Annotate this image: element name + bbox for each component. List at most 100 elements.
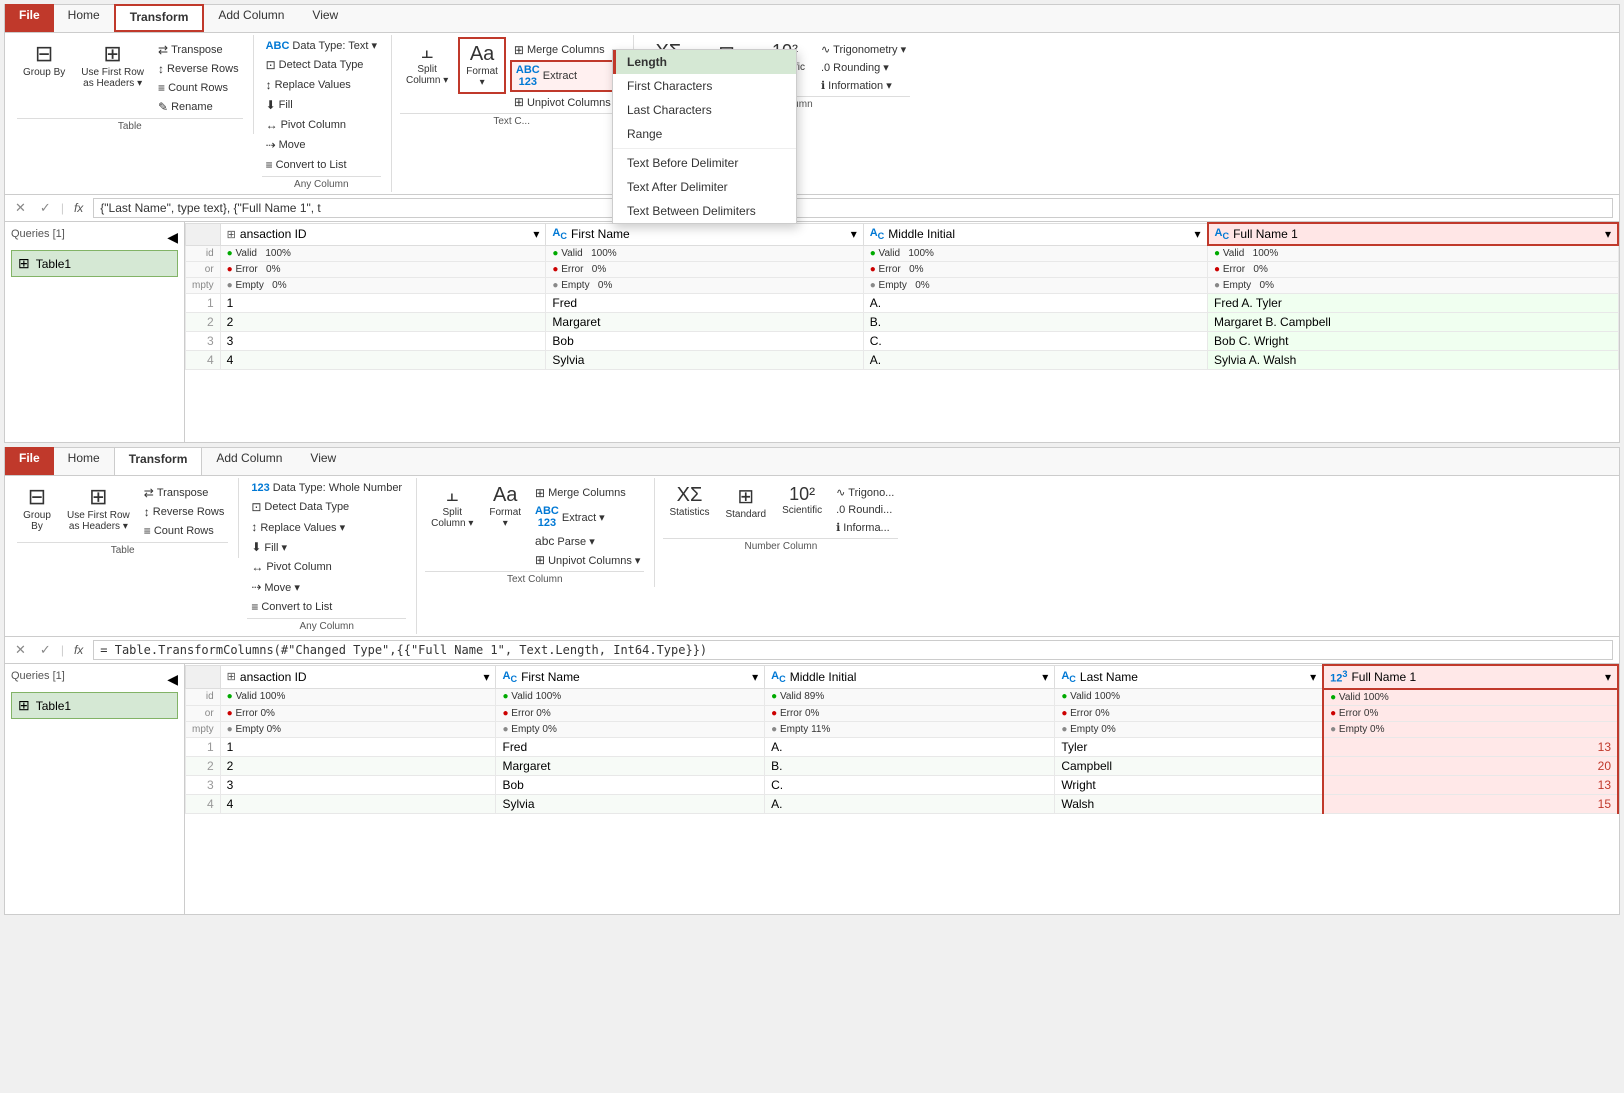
tab-home-bottom[interactable]: Home: [54, 447, 114, 475]
dropdown-item-before-delim[interactable]: Text Before Delimiter: [613, 151, 796, 175]
rounding-button[interactable]: .0 Rounding ▾: [817, 59, 910, 76]
tab-addcol-top[interactable]: Add Column: [204, 4, 298, 32]
tab-view-bottom[interactable]: View: [296, 447, 350, 475]
tab-file-bottom[interactable]: File: [5, 447, 54, 475]
table-row: 1 1 Fred A. Fred A. Tyler: [186, 294, 1619, 313]
col-header-txnid[interactable]: ⊞ ansaction ID ▾: [220, 223, 546, 245]
collapse-sidebar-top[interactable]: ◀: [167, 229, 178, 246]
txnid-type-icon: ⊞: [227, 228, 236, 241]
ribbon-group-table: ⊟ Group By ⊞ Use First Rowas Headers ▾ ⇄: [9, 35, 254, 134]
scientific-button-bottom[interactable]: 10² Scientific: [776, 480, 828, 520]
format-label-bottom: Format▾: [489, 507, 521, 529]
dropdown-item-between-delim[interactable]: Text Between Delimiters: [613, 199, 796, 223]
txnid-filter-bottom[interactable]: ▾: [483, 670, 489, 684]
detect-dt-button-bottom[interactable]: ⊡ Detect Data Type: [247, 498, 353, 516]
col-header-fullname[interactable]: AC Full Name 1 ▾: [1208, 223, 1618, 245]
formula-confirm-button[interactable]: ✓: [36, 198, 55, 218]
col-header-txnid-bottom[interactable]: ⊞ ansaction ID ▾: [220, 665, 496, 689]
trigonometry-button[interactable]: ∿ Trigonometry ▾: [817, 41, 910, 58]
merge-columns-button[interactable]: ⊞ Merge Columns: [510, 41, 623, 59]
group-by-button[interactable]: ⊟ Group By: [17, 37, 71, 82]
dropdown-item-after-delim[interactable]: Text After Delimiter: [613, 175, 796, 199]
tab-file-top[interactable]: File: [5, 4, 54, 32]
replace-values-bottom[interactable]: ↕ Replace Values ▾: [247, 518, 349, 536]
r1-mid: A.: [863, 294, 1207, 313]
split-column-button[interactable]: ⫠ SplitColumn ▾: [400, 37, 454, 90]
unpivot-columns-button[interactable]: ⊞ Unpivot Columns ▾: [510, 93, 623, 111]
ln-filter-bottom[interactable]: ▾: [1310, 670, 1316, 684]
reverse-label-bottom: Reverse Rows: [153, 506, 225, 518]
dropdown-item-length[interactable]: Length: [613, 50, 796, 74]
col-header-lastname-bottom[interactable]: AC Last Name ▾: [1055, 665, 1323, 689]
formula-bar-bottom: ✕ ✓ | fx: [5, 637, 1619, 664]
unpivot-button-bottom[interactable]: ⊞ Unpivot Columns ▾: [531, 551, 644, 569]
data-type-button[interactable]: ABC Data Type: Text ▾: [262, 37, 381, 54]
fullname-filter-icon[interactable]: ▾: [1605, 227, 1611, 241]
move-button-bottom[interactable]: ⇢ Move ▾: [247, 578, 304, 596]
extract-button-bottom[interactable]: ABC123 Extract ▾: [531, 503, 644, 531]
col-header-mid-bottom[interactable]: AC Middle Initial ▾: [765, 665, 1055, 689]
table1-item-top[interactable]: ⊞ Table1: [11, 250, 178, 277]
tab-home-top[interactable]: Home: [54, 4, 114, 32]
dropdown-item-range[interactable]: Range: [613, 122, 796, 146]
tab-addcol-bottom[interactable]: Add Column: [202, 447, 296, 475]
full-empty: ● Empty 0%: [1208, 278, 1618, 294]
information-button-bottom[interactable]: ℹ Informa...: [832, 519, 898, 536]
transpose-button-bottom[interactable]: ⇄ Transpose: [140, 484, 229, 502]
fill-button-bottom[interactable]: ⬇ Fill ▾: [247, 538, 291, 556]
txnid-filter-icon[interactable]: ▾: [533, 227, 539, 241]
formula-confirm-bottom[interactable]: ✓: [36, 640, 55, 660]
format-button[interactable]: Aa Format▾: [458, 37, 506, 94]
standard-button-bottom[interactable]: ⊞ Standard: [719, 480, 772, 524]
convert-to-list-button[interactable]: ≡ Convert to List: [262, 156, 351, 174]
fullname-filter-bottom[interactable]: ▾: [1605, 670, 1611, 684]
count-rows-button[interactable]: ≡ Count Rows: [154, 79, 243, 97]
formula-input-top[interactable]: [93, 198, 1613, 218]
col-header-fullname-bottom[interactable]: 123 Full Name 1 ▾: [1323, 665, 1618, 689]
pivot-col-bottom[interactable]: ↔ Pivot Column: [247, 558, 335, 576]
collapse-sidebar-bottom[interactable]: ◀: [167, 671, 178, 688]
col-header-firstname[interactable]: AC First Name ▾: [546, 223, 863, 245]
fn-filter-bottom[interactable]: ▾: [752, 670, 758, 684]
midinit-filter-icon[interactable]: ▾: [1194, 227, 1200, 241]
split-col-button-bottom[interactable]: ⫠ SplitColumn ▾: [425, 480, 479, 533]
rounding-button-bottom[interactable]: .0 Roundi...: [832, 502, 898, 518]
format-button-bottom[interactable]: Aa Format▾: [483, 480, 527, 533]
col-header-firstname-bottom[interactable]: AC First Name ▾: [496, 665, 765, 689]
rename-button-top[interactable]: ✎ Rename: [154, 98, 243, 116]
firstname-filter-icon[interactable]: ▾: [851, 227, 857, 241]
use-first-row-button-bottom[interactable]: ⊞ Use First Rowas Headers ▾: [61, 480, 136, 536]
information-button[interactable]: ℹ Information ▾: [817, 77, 910, 94]
statistics-button-bottom[interactable]: XΣ Statistics: [663, 480, 715, 522]
parse-button-bottom[interactable]: abc Parse ▾: [531, 532, 644, 550]
transpose-button[interactable]: ⇄ Transpose: [154, 41, 243, 59]
formula-cancel-bottom[interactable]: ✕: [11, 640, 30, 660]
col-header-midinit[interactable]: AC Middle Initial ▾: [863, 223, 1207, 245]
transpose-label: Transpose: [171, 44, 223, 56]
pivot-column-button[interactable]: ↔ Pivot Column: [262, 116, 350, 134]
group-by-button-bottom[interactable]: ⊟ GroupBy: [17, 480, 57, 536]
replace-values-button[interactable]: ↕ Replace Values: [262, 76, 355, 94]
tab-transform-top[interactable]: Transform: [114, 4, 205, 32]
table1-item-bottom[interactable]: ⊞ Table1: [11, 692, 178, 719]
formula-cancel-button[interactable]: ✕: [11, 198, 30, 218]
r3-first: Bob: [546, 332, 863, 351]
fill-button[interactable]: ⬇ Fill: [262, 96, 297, 114]
use-first-row-button[interactable]: ⊞ Use First Rowas Headers ▾: [75, 37, 150, 93]
reverse-rows-button-bottom[interactable]: ↕ Reverse Rows: [140, 503, 229, 521]
tab-view-top[interactable]: View: [298, 4, 352, 32]
move-button[interactable]: ⇢ Move: [262, 136, 310, 154]
extract-button[interactable]: ABC123 Extract: [510, 60, 623, 92]
dropdown-item-last-chars[interactable]: Last Characters: [613, 98, 796, 122]
merge-cols-bottom[interactable]: ⊞ Merge Columns: [531, 484, 644, 502]
formula-input-bottom[interactable]: [93, 640, 1613, 660]
mid-filter-bottom[interactable]: ▾: [1042, 670, 1048, 684]
detect-data-type-button[interactable]: ⊡ Detect Data Type: [262, 56, 368, 74]
tab-transform-bottom[interactable]: Transform: [114, 447, 203, 475]
convert-to-list-bottom[interactable]: ≡ Convert to List: [247, 598, 336, 616]
trig-button-bottom[interactable]: ∿ Trigono...: [832, 484, 898, 501]
data-type-button-bottom[interactable]: 123 Data Type: Whole Number: [247, 480, 406, 496]
count-rows-button-bottom[interactable]: ≡ Count Rows: [140, 522, 229, 540]
reverse-rows-button[interactable]: ↕ Reverse Rows: [154, 60, 243, 78]
dropdown-item-first-chars[interactable]: First Characters: [613, 74, 796, 98]
